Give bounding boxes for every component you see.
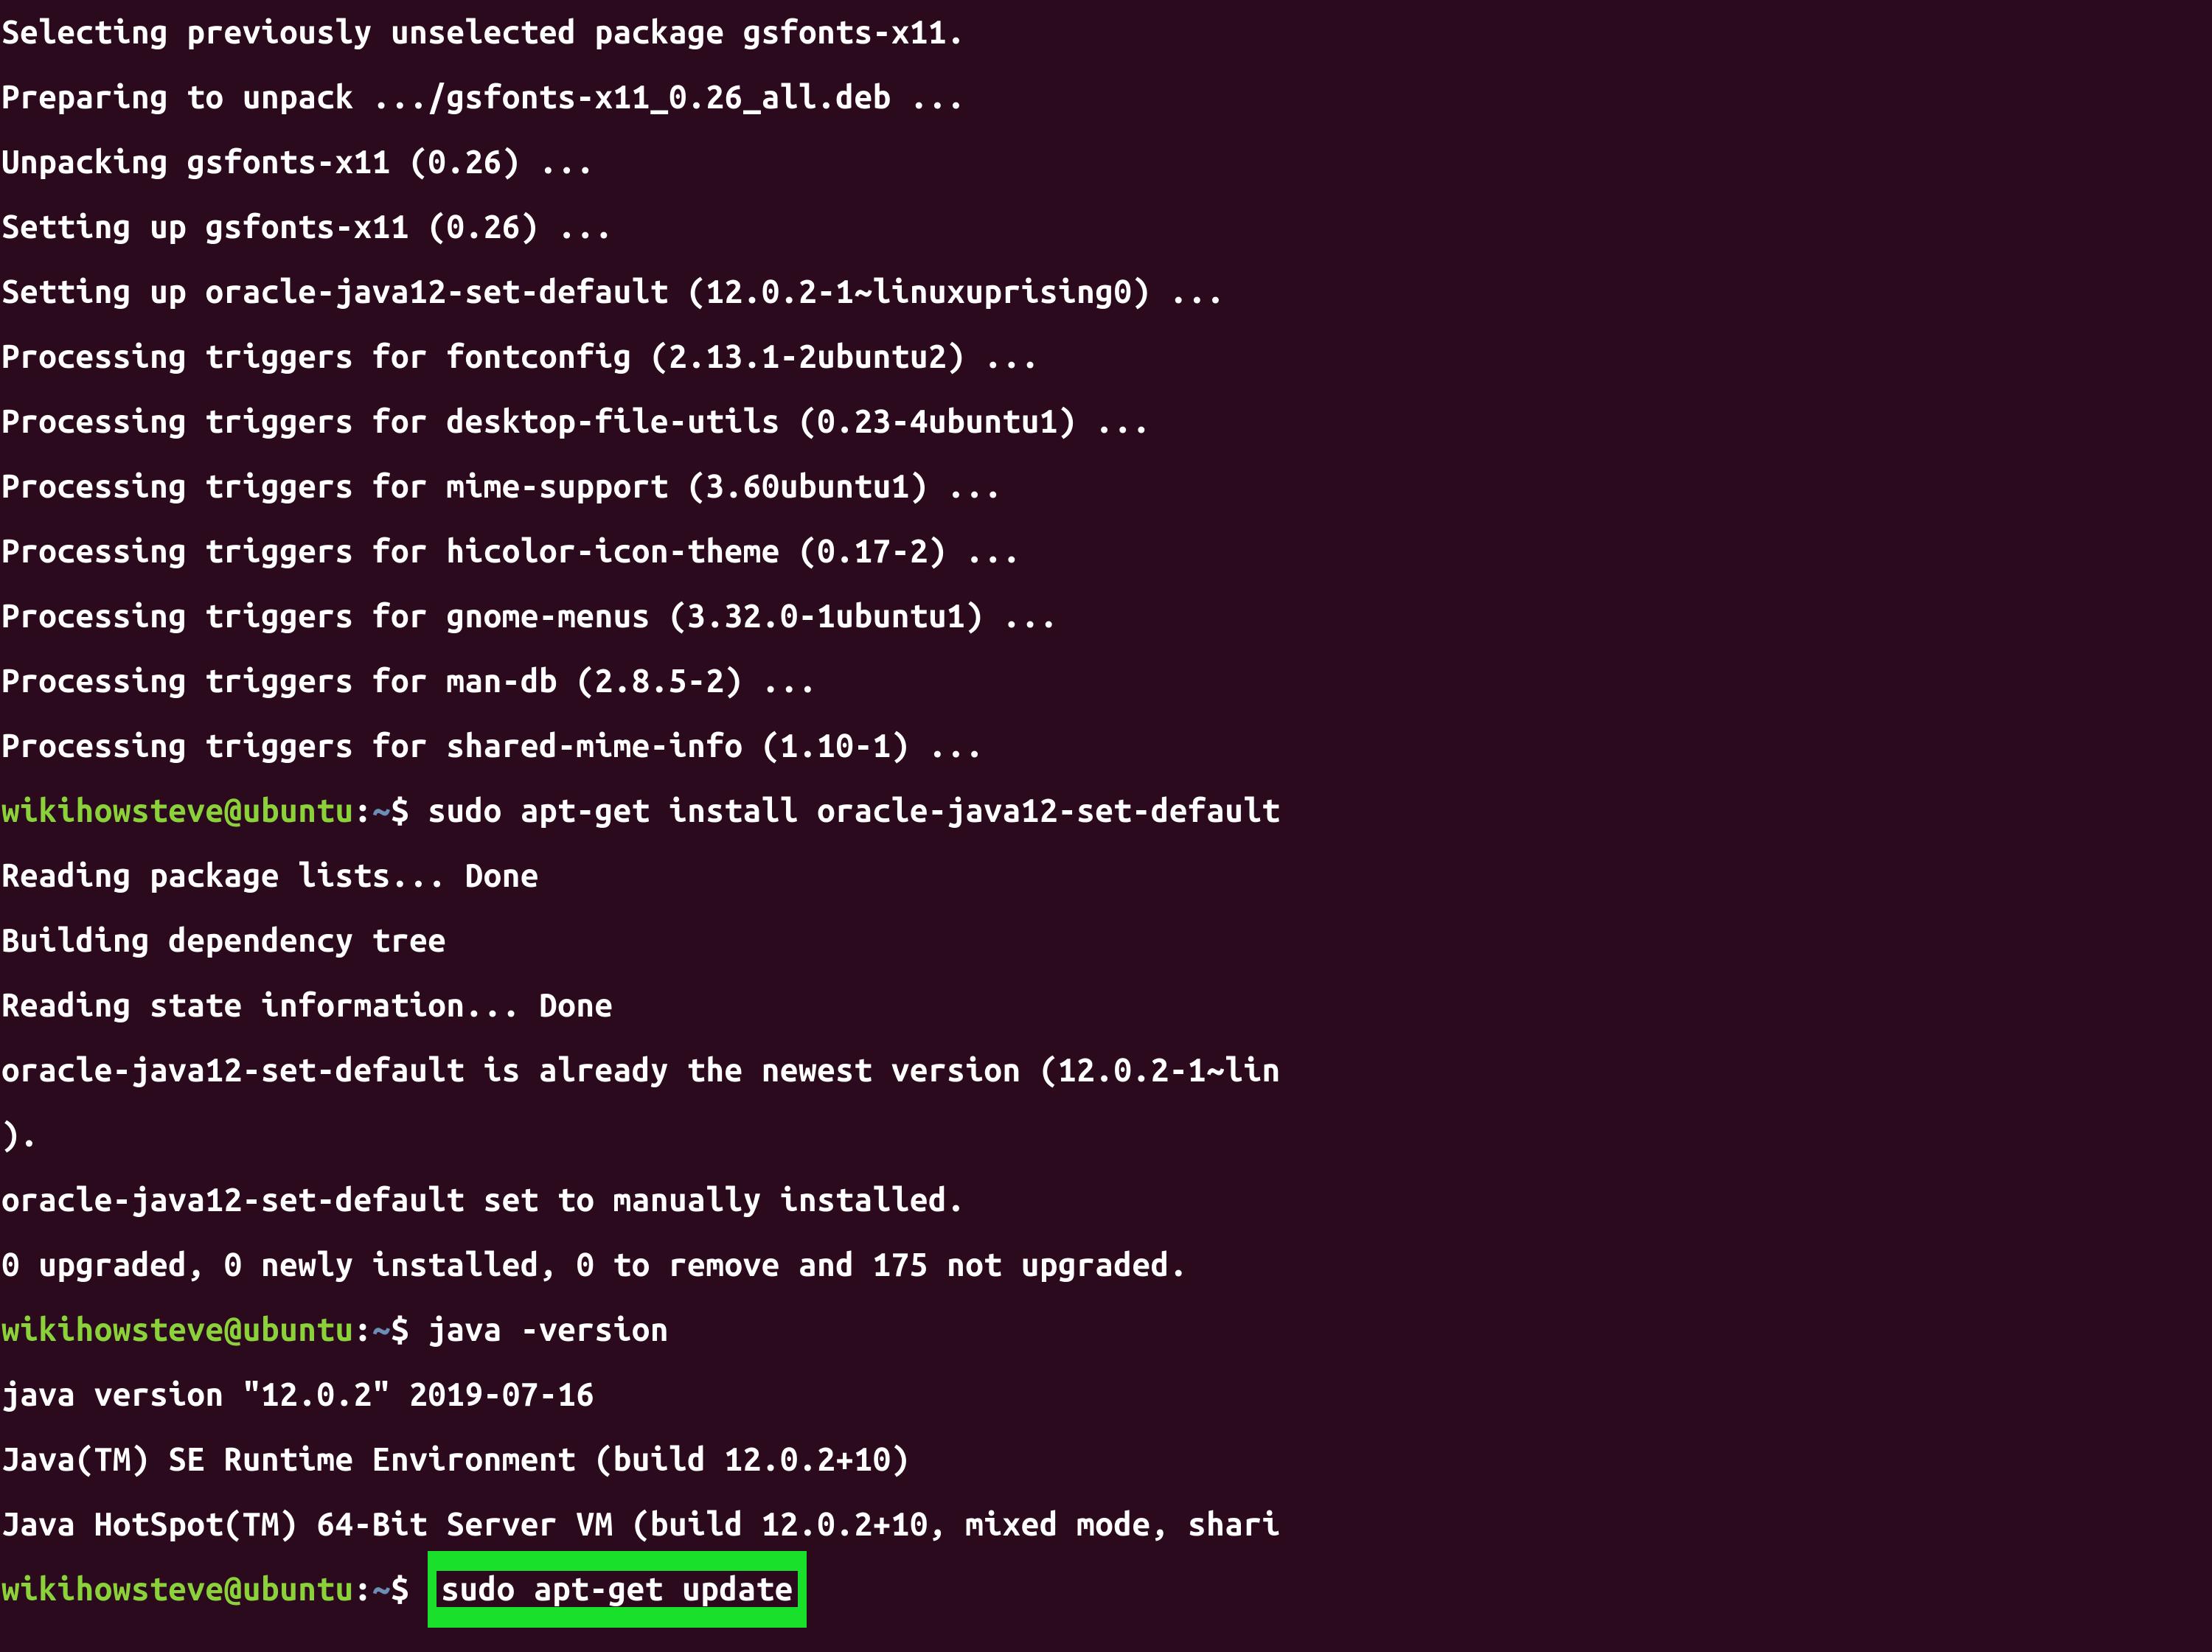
output-line: Building dependency tree <box>1 908 2211 973</box>
output-line: oracle-java12-set-default is already the… <box>1 1038 2211 1103</box>
highlighted-command-callout: sudo apt-get update <box>428 1551 807 1628</box>
prompt-colon: : <box>354 792 372 829</box>
output-line: ). <box>1 1103 2211 1168</box>
prompt-line: wikihowsteve@ubuntu:~$ sudo apt-get inst… <box>1 778 2211 843</box>
output-line: Processing triggers for shared-mime-info… <box>1 714 2211 778</box>
output-line: Reading package lists... Done <box>1 843 2211 908</box>
output-line: Processing triggers for desktop-file-uti… <box>1 389 2211 454</box>
output-line: Processing triggers for mime-support (3.… <box>1 454 2211 519</box>
output-line: Java(TM) SE Runtime Environment (build 1… <box>1 1427 2211 1492</box>
output-line: Java HotSpot(TM) 64-Bit Server VM (build… <box>1 1492 2211 1557</box>
prompt-user-host: wikihowsteve@ubuntu <box>1 1571 354 1607</box>
prompt-line: wikihowsteve@ubuntu:~$ java -version <box>1 1297 2211 1362</box>
command-text[interactable]: sudo apt-get install oracle-java12-set-d… <box>428 792 1280 829</box>
output-line: Processing triggers for fontconfig (2.13… <box>1 324 2211 389</box>
prompt-user-host: wikihowsteve@ubuntu <box>1 1311 354 1348</box>
terminal-window[interactable]: Selecting previously unselected package … <box>0 0 2212 1652</box>
output-line: Processing triggers for gnome-menus (3.3… <box>1 584 2211 649</box>
prompt-path: ~ <box>372 1571 391 1607</box>
prompt-dollar: $ <box>391 1571 409 1607</box>
output-line: java version "12.0.2" 2019-07-16 <box>1 1362 2211 1427</box>
output-line: Preparing to unpack .../gsfonts-x11_0.26… <box>1 65 2211 130</box>
prompt-path: ~ <box>372 1311 391 1348</box>
output-line: oracle-java12-set-default set to manuall… <box>1 1168 2211 1233</box>
prompt-colon: : <box>354 1311 372 1348</box>
output-line: Processing triggers for hicolor-icon-the… <box>1 519 2211 584</box>
output-line: Setting up gsfonts-x11 (0.26) ... <box>1 195 2211 259</box>
output-line: Reading state information... Done <box>1 973 2211 1038</box>
prompt-path: ~ <box>372 792 391 829</box>
output-line: 0 upgraded, 0 newly installed, 0 to remo… <box>1 1233 2211 1297</box>
prompt-colon: : <box>354 1571 372 1607</box>
output-line: Processing triggers for man-db (2.8.5-2)… <box>1 649 2211 714</box>
output-line: Setting up oracle-java12-set-default (12… <box>1 259 2211 324</box>
prompt-line: wikihowsteve@ubuntu:~$ sudo apt-get upda… <box>1 1557 2211 1622</box>
command-text[interactable]: sudo apt-get update <box>437 1571 798 1607</box>
command-text[interactable]: java -version <box>428 1311 669 1348</box>
prompt-dollar: $ <box>391 792 409 829</box>
output-line: Selecting previously unselected package … <box>1 0 2211 65</box>
prompt-user-host: wikihowsteve@ubuntu <box>1 792 354 829</box>
prompt-dollar: $ <box>391 1311 409 1348</box>
output-line: Unpacking gsfonts-x11 (0.26) ... <box>1 130 2211 195</box>
